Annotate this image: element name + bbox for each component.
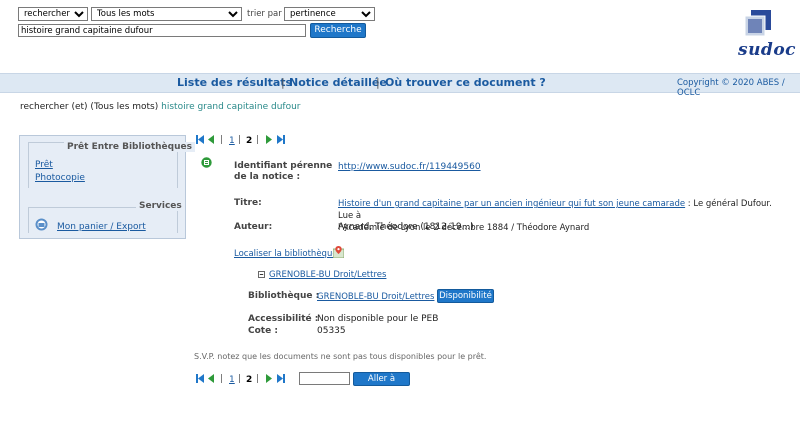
availability-button[interactable]: Disponibilité bbox=[437, 289, 494, 303]
sort-label: trier par bbox=[247, 9, 282, 19]
last-page-icon[interactable] bbox=[277, 374, 285, 383]
nav-separator: | bbox=[281, 76, 285, 89]
sort-select[interactable]: pertinence bbox=[284, 7, 375, 21]
pager-current-page: 2 bbox=[246, 136, 253, 146]
nav-separator: | bbox=[376, 76, 380, 89]
search-button[interactable]: Recherche bbox=[310, 23, 366, 38]
tab-results-list[interactable]: Liste des résultats bbox=[177, 76, 292, 89]
search-recap: rechercher (et) (Tous les mots) histoire… bbox=[20, 102, 301, 112]
recap-query: histoire grand capitaine dufour bbox=[161, 102, 301, 112]
author-label: Auteur: bbox=[234, 222, 273, 232]
next-page-icon[interactable] bbox=[265, 135, 273, 144]
next-page-icon[interactable] bbox=[265, 374, 273, 383]
permalink[interactable]: http://www.sudoc.fr/119449560 bbox=[338, 162, 481, 172]
library-toggle-link[interactable]: GRENOBLE-BU Droit/Lettres bbox=[269, 270, 386, 280]
first-page-icon[interactable] bbox=[196, 374, 204, 383]
availability-note: S.V.P. notez que les documents ne sont p… bbox=[194, 352, 487, 361]
services-title: Services bbox=[136, 201, 185, 211]
library-label: Bibliothèque : bbox=[248, 291, 320, 301]
goto-page-input[interactable] bbox=[299, 372, 350, 385]
copyright-text: Copyright © 2020 ABES / OCLC bbox=[677, 78, 785, 98]
pager-separator: | bbox=[238, 135, 242, 145]
previous-page-icon[interactable] bbox=[207, 135, 215, 144]
pager-page-1[interactable]: 1 bbox=[229, 136, 235, 146]
shelfmark-value: 05335 bbox=[317, 326, 346, 336]
basket-icon bbox=[35, 218, 48, 231]
id-label-line1: Identifiant pérenne bbox=[234, 161, 333, 171]
sudoc-logo-icon bbox=[745, 10, 771, 36]
author-value: Aynard, Théodore (1812-19...) bbox=[338, 222, 474, 232]
goto-button[interactable]: Aller à bbox=[353, 372, 410, 386]
sudoc-logo-text: sudoc bbox=[738, 40, 797, 60]
sidebar-link-photocopie[interactable]: Photocopie bbox=[35, 173, 85, 183]
pager-separator: | bbox=[256, 135, 260, 145]
tab-where-to-find[interactable]: Où trouver ce document ? bbox=[385, 76, 546, 89]
title-label: Titre: bbox=[234, 198, 262, 208]
pager-separator: | bbox=[256, 374, 260, 384]
title-link[interactable]: Histoire d'un grand capitaine par un anc… bbox=[338, 199, 685, 209]
tab-detailed-record[interactable]: Notice détaillée bbox=[289, 76, 387, 89]
pager-separator: | bbox=[238, 374, 242, 384]
first-page-icon[interactable] bbox=[196, 135, 204, 144]
pager-current-page: 2 bbox=[246, 375, 253, 385]
pager-separator: | bbox=[220, 135, 224, 145]
last-page-icon[interactable] bbox=[277, 135, 285, 144]
search-input[interactable] bbox=[18, 24, 306, 37]
map-icon[interactable] bbox=[333, 246, 344, 258]
collapse-icon[interactable] bbox=[258, 271, 265, 278]
peb-title: Prêt Entre Bibliothèques bbox=[64, 142, 195, 152]
sidebar-link-pret[interactable]: Prêt bbox=[35, 160, 53, 170]
operator-select[interactable]: rechercher (et) bbox=[18, 7, 88, 21]
id-label-line2: de la notice : bbox=[234, 172, 301, 182]
accessibility-value: Non disponible pour le PEB bbox=[317, 314, 439, 324]
sidebar-link-panier[interactable]: Mon panier / Export bbox=[57, 222, 146, 232]
library-link[interactable]: GRENOBLE-BU Droit/Lettres bbox=[317, 292, 434, 302]
previous-page-icon[interactable] bbox=[207, 374, 215, 383]
pager-separator: | bbox=[220, 374, 224, 384]
pager-page-1[interactable]: 1 bbox=[229, 375, 235, 385]
accessibility-label: Accessibilité : bbox=[248, 314, 319, 324]
field-select[interactable]: Tous les mots bbox=[91, 7, 242, 21]
localiser-link[interactable]: Localiser la bibliothèque bbox=[234, 249, 338, 259]
shelfmark-label: Cote : bbox=[248, 326, 278, 336]
print-status-icon bbox=[201, 157, 212, 168]
recap-prefix: rechercher (et) (Tous les mots) bbox=[20, 102, 159, 112]
